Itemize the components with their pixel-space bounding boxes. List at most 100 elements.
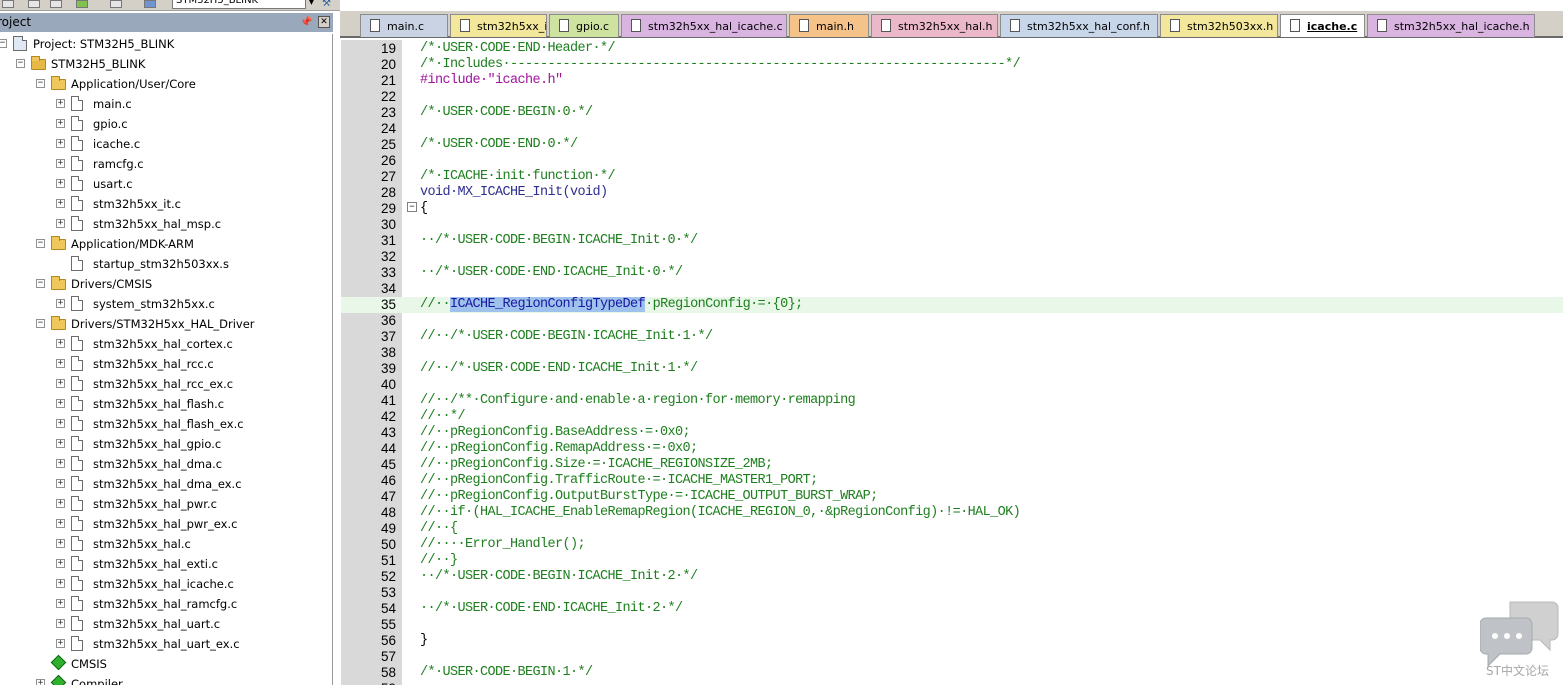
- tree-file-item[interactable]: + stm32h5xx_hal_gpio.c: [0, 434, 332, 454]
- expand-icon[interactable]: +: [56, 479, 65, 488]
- collapse-icon[interactable]: −: [36, 239, 45, 248]
- tree-file-item[interactable]: + stm32h5xx_hal_cortex.c: [0, 334, 332, 354]
- expand-icon[interactable]: +: [56, 99, 65, 108]
- options-icon[interactable]: [144, 0, 156, 8]
- tree-file-item[interactable]: + main.c: [0, 94, 332, 114]
- expand-icon[interactable]: +: [56, 639, 65, 648]
- expand-icon[interactable]: +: [56, 539, 65, 548]
- code-line[interactable]: 40: [341, 377, 1563, 393]
- expand-icon[interactable]: +: [56, 359, 65, 368]
- expand-icon[interactable]: +: [56, 439, 65, 448]
- fold-collapse-icon[interactable]: −: [407, 202, 417, 212]
- editor-tab[interactable]: main.c: [360, 14, 448, 37]
- code-line[interactable]: 47 //··pRegionConfig.OutputBurstType·=·IC…: [341, 489, 1563, 505]
- tree-file-item[interactable]: + stm32h5xx_hal_msp.c: [0, 214, 332, 234]
- tree-folder-item[interactable]: − Application/User/Core: [0, 74, 332, 94]
- tree-file-item[interactable]: + icache.c: [0, 134, 332, 154]
- target-select[interactable]: STM32H5_BLINK: [172, 0, 317, 9]
- expand-icon[interactable]: +: [56, 399, 65, 408]
- code-line[interactable]: 20 /*·Includes·--------------------------…: [341, 57, 1563, 73]
- code-line[interactable]: 50 //····Error_Handler();: [341, 537, 1563, 553]
- code-line[interactable]: 29 {: [341, 201, 1563, 217]
- code-line[interactable]: 37 //··/*·USER·CODE·BEGIN·ICACHE_Init·1·*…: [341, 329, 1563, 345]
- code-line[interactable]: 43 //··pRegionConfig.BaseAddress·=·0x0;: [341, 425, 1563, 441]
- pin-icon[interactable]: 📌: [300, 13, 312, 32]
- code-line[interactable]: 28 void·MX_ICACHE_Init(void): [341, 185, 1563, 201]
- editor-tab[interactable]: stm32h5xx_hal_icache.h: [1367, 14, 1535, 37]
- collapse-icon[interactable]: −: [16, 59, 25, 68]
- tree-file-item[interactable]: + system_stm32h5xx.c: [0, 294, 332, 314]
- load-icon[interactable]: [76, 0, 88, 8]
- code-line[interactable]: 46 //··pRegionConfig.TrafficRoute·=·ICACH…: [341, 473, 1563, 489]
- collapse-icon[interactable]: −: [36, 79, 45, 88]
- code-line[interactable]: 24: [341, 121, 1563, 137]
- tree-file-item[interactable]: + stm32h5xx_hal_dma_ex.c: [0, 474, 332, 494]
- toolbar-icon-5[interactable]: [110, 0, 122, 8]
- tree-file-item[interactable]: + stm32h5xx_hal_uart.c: [0, 614, 332, 634]
- expand-icon[interactable]: +: [56, 519, 65, 528]
- expand-icon[interactable]: +: [56, 599, 65, 608]
- tree-target-item[interactable]: − STM32H5_BLINK: [0, 54, 332, 74]
- tree-folder-item[interactable]: − Drivers/STM32H5xx_HAL_Driver: [0, 314, 332, 334]
- expand-icon[interactable]: +: [56, 419, 65, 428]
- code-line[interactable]: 23 /*·USER·CODE·BEGIN·0·*/: [341, 105, 1563, 121]
- expand-icon[interactable]: +: [36, 679, 45, 685]
- code-line[interactable]: 30: [341, 217, 1563, 233]
- code-line[interactable]: 41 //··/**·Configure·and·enable·a·region·…: [341, 393, 1563, 409]
- chevron-down-icon[interactable]: ▼: [305, 0, 317, 9]
- code-line[interactable]: 42 //··*/: [341, 409, 1563, 425]
- tree-folder-item[interactable]: − Drivers/CMSIS: [0, 274, 332, 294]
- code-line[interactable]: 49 //··{: [341, 521, 1563, 537]
- expand-icon[interactable]: +: [56, 159, 65, 168]
- tree-file-item[interactable]: + stm32h5xx_hal_pwr_ex.c: [0, 514, 332, 534]
- tree-file-item[interactable]: + stm32h5xx_hal_uart_ex.c: [0, 634, 332, 654]
- editor-tab[interactable]: icache.c: [1280, 14, 1365, 37]
- collapse-icon[interactable]: −: [36, 319, 45, 328]
- code-editor[interactable]: 19 /*·USER·CODE·END·Header·*/ 20 /*·Include…: [341, 40, 1563, 685]
- tree-component-item[interactable]: + Compiler: [0, 674, 332, 685]
- tree-file-item[interactable]: + stm32h5xx_it.c: [0, 194, 332, 214]
- collapse-icon[interactable]: −: [36, 279, 45, 288]
- tree-file-item[interactable]: + ramcfg.c: [0, 154, 332, 174]
- tree-file-item[interactable]: + stm32h5xx_hal_rcc_ex.c: [0, 374, 332, 394]
- code-line[interactable]: 54 ··/*·USER·CODE·END·ICACHE_Init·2·*/: [341, 601, 1563, 617]
- code-line[interactable]: 58 /*·USER·CODE·BEGIN·1·*/: [341, 665, 1563, 681]
- tree-file-item[interactable]: + stm32h5xx_hal_flash_ex.c: [0, 414, 332, 434]
- expand-icon[interactable]: +: [56, 459, 65, 468]
- code-line[interactable]: 26: [341, 153, 1563, 169]
- editor-tab[interactable]: stm32h5xx_hal.h: [871, 14, 998, 37]
- expand-icon[interactable]: +: [56, 379, 65, 388]
- code-line[interactable]: 32: [341, 249, 1563, 265]
- tree-file-item[interactable]: + stm32h5xx_hal_icache.c: [0, 574, 332, 594]
- expand-icon[interactable]: +: [56, 299, 65, 308]
- tree-file-item[interactable]: + gpio.c: [0, 114, 332, 134]
- close-icon[interactable]: ✕: [318, 16, 330, 28]
- tree-file-item[interactable]: + stm32h5xx_hal_exti.c: [0, 554, 332, 574]
- code-line[interactable]: 44 //··pRegionConfig.RemapAddress·=·0x0;: [341, 441, 1563, 457]
- editor-tab[interactable]: stm32h5xx_it.c: [450, 14, 547, 37]
- code-line[interactable]: 48 //··if·(HAL_ICACHE_EnableRemapRegion(I…: [341, 505, 1563, 521]
- toolbar-icon-3[interactable]: [50, 0, 62, 8]
- editor-tab[interactable]: stm32h503xx.h: [1160, 14, 1278, 37]
- tree-component-item[interactable]: CMSIS: [0, 654, 332, 674]
- collapse-icon[interactable]: −: [0, 39, 7, 48]
- code-line[interactable]: 55: [341, 617, 1563, 633]
- expand-icon[interactable]: +: [56, 339, 65, 348]
- expand-icon[interactable]: +: [56, 119, 65, 128]
- expand-icon[interactable]: +: [56, 219, 65, 228]
- editor-tab[interactable]: stm32h5xx_hal_icache.c: [621, 14, 787, 37]
- code-line[interactable]: 56}: [341, 633, 1563, 649]
- code-line[interactable]: 33 ··/*·USER·CODE·END·ICACHE_Init·0·*/: [341, 265, 1563, 281]
- tree-file-item[interactable]: + stm32h5xx_hal_pwr.c: [0, 494, 332, 514]
- tree-file-item[interactable]: + stm32h5xx_hal_rcc.c: [0, 354, 332, 374]
- code-line[interactable]: 25 /*·USER·CODE·END·0·*/: [341, 137, 1563, 153]
- expand-icon[interactable]: +: [56, 579, 65, 588]
- code-line[interactable]: 35 //··ICACHE_RegionConfigTypeDef·pRegion…: [341, 297, 1563, 313]
- manage-components-icon[interactable]: ⚒: [322, 0, 331, 9]
- code-line[interactable]: 51 //··}: [341, 553, 1563, 569]
- tree-root-item[interactable]: − Project: STM32H5_BLINK: [0, 34, 332, 54]
- code-line[interactable]: 53: [341, 585, 1563, 601]
- code-line[interactable]: 38: [341, 345, 1563, 361]
- toolbar-icon-2[interactable]: [28, 0, 40, 8]
- tree-folder-item[interactable]: − Application/MDK-ARM: [0, 234, 332, 254]
